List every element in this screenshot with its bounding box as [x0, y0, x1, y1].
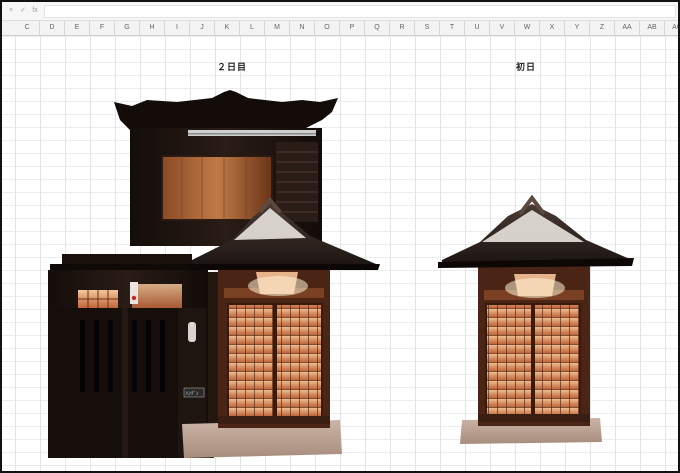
house-illustrations: ﾊﾝﾃﾞﾝ — [48, 90, 634, 458]
spreadsheet-window: × ✓ fx CDEFGHIJKLMNOPQRSTUVWXYZAAABAC ２日… — [0, 0, 680, 473]
day2-house: ﾊﾝﾃﾞﾝ — [48, 90, 380, 458]
day1-house — [438, 194, 634, 444]
sign-text: ﾊﾝﾃﾞﾝ — [186, 390, 199, 397]
